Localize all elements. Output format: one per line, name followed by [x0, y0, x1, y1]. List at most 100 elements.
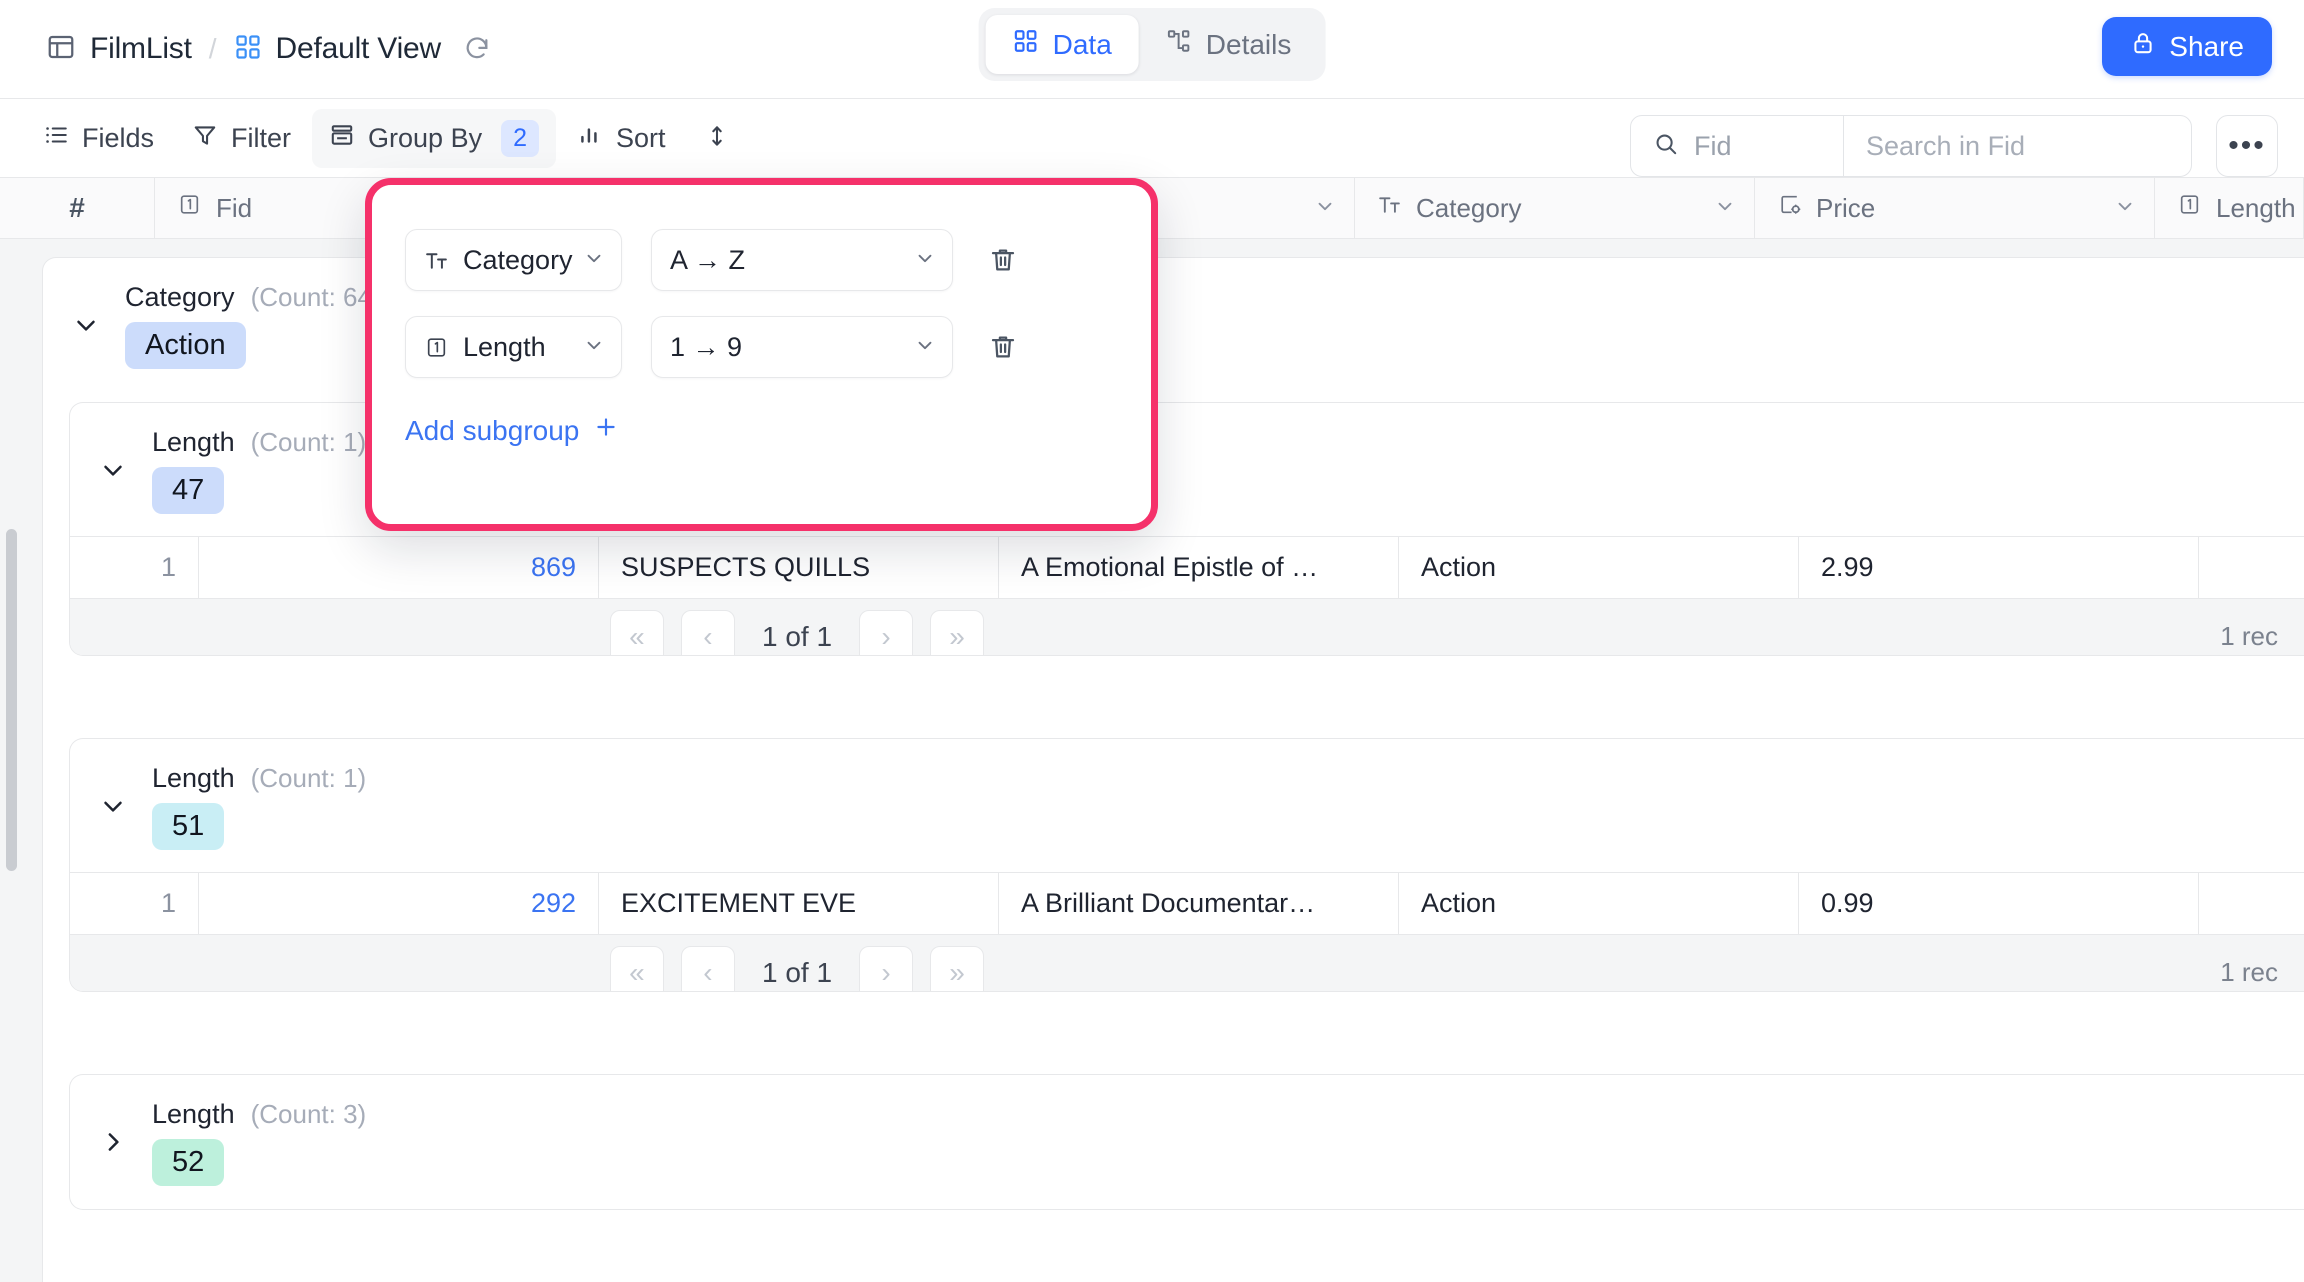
- pagination-next-button[interactable]: ›: [859, 945, 914, 991]
- fields-button[interactable]: Fields: [26, 111, 171, 166]
- cell-description[interactable]: A Brilliant Documentar…: [999, 873, 1399, 934]
- trash-icon[interactable]: [982, 326, 1024, 368]
- currency-field-icon: [1777, 192, 1802, 224]
- group-by-order-select-1[interactable]: 1 → 9: [651, 316, 953, 378]
- cell-category[interactable]: Action: [1399, 873, 1799, 934]
- column-header-index: #: [0, 178, 155, 238]
- chevron-down-icon[interactable]: [2114, 193, 2136, 224]
- search-input[interactable]: [1844, 116, 2191, 176]
- search-icon: [1653, 131, 1679, 162]
- group-by-field-value-1: Length: [463, 331, 546, 362]
- pagination-first-button[interactable]: «: [609, 609, 664, 655]
- group-by-button[interactable]: Group By 2: [312, 108, 556, 168]
- subgroup-header-text: Length (Count: 3) 52: [152, 1099, 366, 1186]
- tab-data-label: Data: [1052, 28, 1112, 60]
- table-row[interactable]: 1 869 SUSPECTS QUILLS A Emotional Epistl…: [70, 536, 2304, 598]
- column-header-price-label: Price: [1816, 192, 1876, 223]
- column-header-price[interactable]: Price: [1755, 178, 2155, 238]
- group-by-popover: Category A → Z Length 1 → 9 Add subgroup: [365, 178, 1158, 531]
- plus-icon: [593, 414, 619, 447]
- subgroup-count: (Count: 3): [250, 1099, 367, 1129]
- fields-icon: [43, 122, 69, 155]
- group-by-field-select-1[interactable]: Length: [405, 316, 622, 378]
- pagination-first-button[interactable]: «: [609, 945, 664, 991]
- group-by-count-badge: 2: [501, 119, 539, 157]
- breadcrumb-table-label: FilmList: [90, 32, 192, 65]
- group-count: (Count: 64): [250, 282, 381, 312]
- chevron-right-icon[interactable]: [96, 1125, 130, 1159]
- grid-icon: [234, 33, 262, 66]
- trash-icon[interactable]: [982, 239, 1024, 281]
- search-bar: Fid: [1630, 115, 2192, 177]
- pagination-prev-button[interactable]: ‹: [680, 945, 735, 991]
- pagination-next-button[interactable]: ›: [859, 609, 914, 655]
- pagination-last-button[interactable]: »: [930, 609, 985, 655]
- search-field-selector[interactable]: Fid: [1631, 116, 1844, 176]
- pagination-records-count: 1 rec: [2220, 621, 2278, 651]
- cell-fid[interactable]: 869: [199, 537, 599, 598]
- sort-button[interactable]: Sort: [560, 111, 683, 166]
- group-header-text: Category (Count: 64) Action: [125, 282, 381, 369]
- tab-data[interactable]: Data: [985, 15, 1139, 74]
- group-by-rule-row: Category A → Z: [372, 229, 1151, 291]
- filter-button-label: Filter: [231, 122, 292, 153]
- sort-icon: [577, 122, 603, 155]
- subgroup-field-name: Length: [152, 427, 235, 457]
- tab-details-label: Details: [1205, 28, 1292, 60]
- chevron-down-icon[interactable]: [96, 453, 130, 487]
- breadcrumb-table[interactable]: FilmList: [46, 32, 192, 67]
- cell-price[interactable]: 0.99: [1799, 873, 2199, 934]
- breadcrumb: FilmList / Default View: [46, 32, 491, 67]
- subgroup-count: (Count: 1): [250, 427, 367, 457]
- chevron-down-icon[interactable]: [1714, 193, 1736, 224]
- groups-lane: Category (Count: 64) Action Length (Coun…: [16, 239, 2304, 1282]
- pagination-records-count: 1 rec: [2220, 957, 2278, 987]
- cell-category[interactable]: Action: [1399, 537, 1799, 598]
- chevron-down-icon[interactable]: [96, 789, 130, 823]
- subgroup-value-chip: 51: [152, 803, 225, 850]
- cell-price[interactable]: 2.99: [1799, 537, 2199, 598]
- text-field-icon: [1377, 192, 1402, 224]
- pagination-label: 1 of 1: [761, 956, 833, 988]
- chevron-down-icon[interactable]: [69, 308, 103, 342]
- cell-index: 1: [70, 537, 199, 598]
- group-by-field-value-0: Category: [463, 244, 573, 275]
- breadcrumb-view-label: Default View: [275, 32, 442, 65]
- column-header-length[interactable]: Length: [2155, 178, 2304, 238]
- group-by-order-value-1: 1 → 9: [670, 331, 743, 362]
- group-value-chip: Action: [125, 322, 246, 369]
- chevron-down-icon: [583, 334, 605, 361]
- subgroup-header[interactable]: Length (Count: 1) 51: [70, 739, 2304, 872]
- filter-button[interactable]: Filter: [175, 111, 308, 166]
- chevron-down-icon[interactable]: [1314, 193, 1336, 224]
- refresh-icon[interactable]: [463, 35, 491, 63]
- subgroup-header[interactable]: Length (Count: 3) 52: [70, 1075, 2304, 1208]
- cell-description[interactable]: A Emotional Epistle of …: [999, 537, 1399, 598]
- filter-icon: [192, 122, 218, 155]
- top-bar: FilmList / Default View Data Details Sha…: [0, 0, 2304, 99]
- table-row[interactable]: 1 292 EXCITEMENT EVE A Brilliant Documen…: [70, 872, 2304, 934]
- number-field-icon: [177, 192, 202, 224]
- pagination-bar: « ‹ 1 of 1 › » 1 rec: [70, 598, 2304, 655]
- cell-title[interactable]: SUSPECTS QUILLS: [599, 537, 999, 598]
- pagination-prev-button[interactable]: ‹: [680, 609, 735, 655]
- tab-details[interactable]: Details: [1139, 15, 1319, 74]
- pagination-label: 1 of 1: [761, 620, 833, 652]
- more-options-button[interactable]: •••: [2216, 115, 2278, 177]
- add-subgroup-button[interactable]: Add subgroup: [405, 414, 619, 447]
- share-button[interactable]: Share: [2102, 17, 2272, 76]
- breadcrumb-view[interactable]: Default View: [234, 32, 441, 66]
- cell-title[interactable]: EXCITEMENT EVE: [599, 873, 999, 934]
- column-header-index-label: #: [69, 192, 85, 223]
- row-height-button[interactable]: [695, 116, 739, 160]
- chevron-down-icon: [583, 247, 605, 274]
- group-by-order-select-0[interactable]: A → Z: [651, 229, 953, 291]
- column-header-category[interactable]: Category: [1355, 178, 1755, 238]
- cell-fid[interactable]: 292: [199, 873, 599, 934]
- hierarchy-icon: [1166, 28, 1192, 61]
- pagination-last-button[interactable]: »: [930, 945, 985, 991]
- group-by-button-label: Group By: [368, 122, 483, 153]
- group-by-icon: [329, 122, 355, 155]
- subgroup-field-name: Length: [152, 1099, 235, 1129]
- group-by-field-select-0[interactable]: Category: [405, 229, 622, 291]
